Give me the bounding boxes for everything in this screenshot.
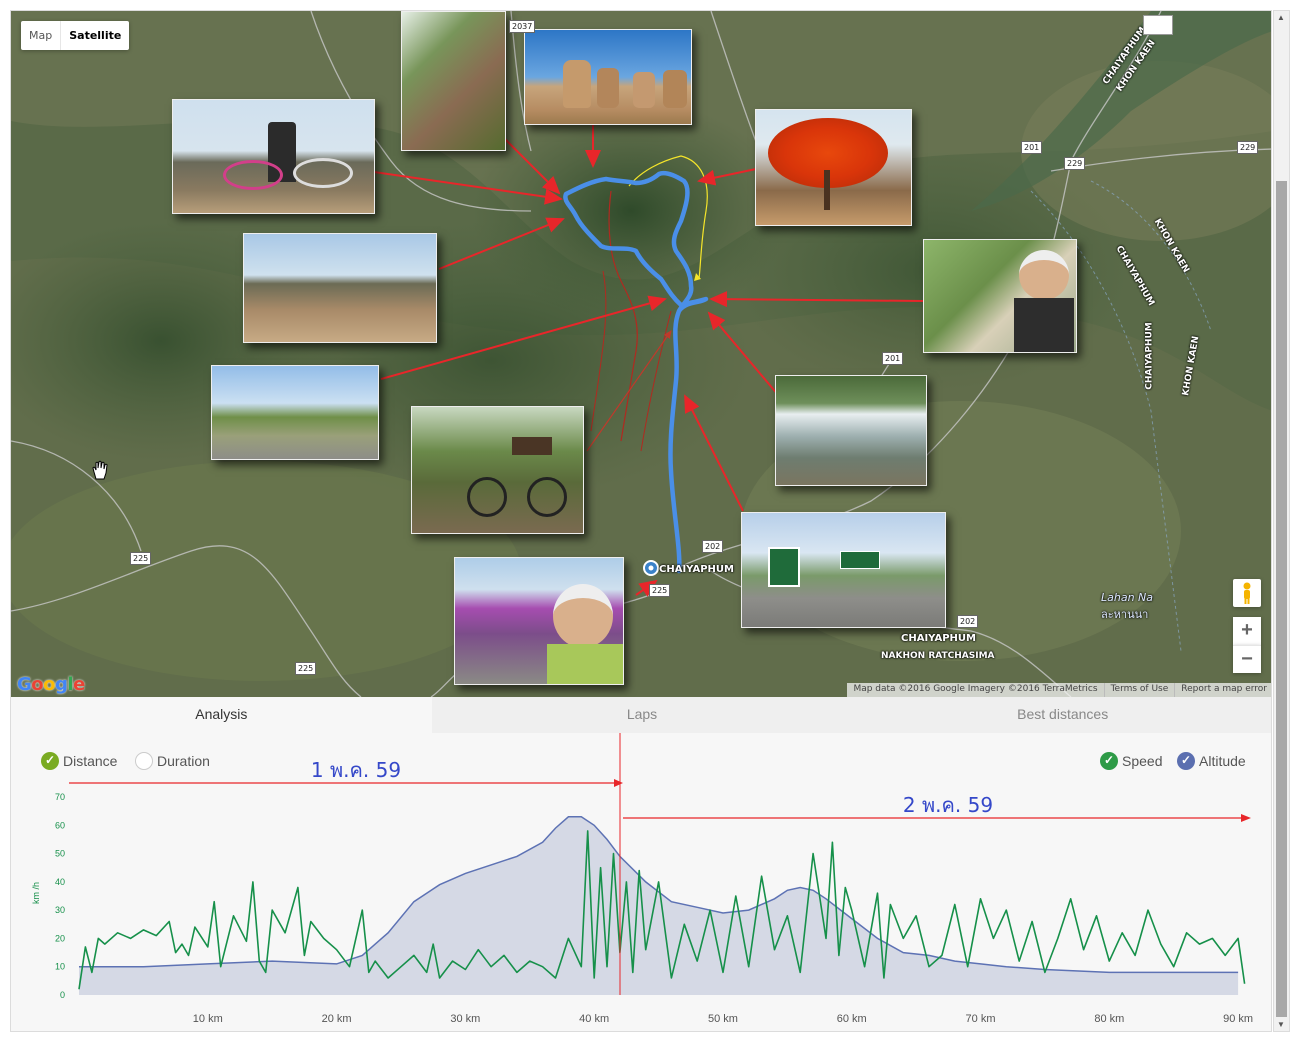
map-type-map-button[interactable]: Map xyxy=(21,21,60,50)
road-shield: 225 xyxy=(295,662,317,675)
tab-best-distances[interactable]: Best distances xyxy=(852,697,1271,733)
y-tick-label: 40 xyxy=(55,877,65,887)
zoom-in-button[interactable]: + xyxy=(1233,617,1261,645)
y-axis-label: km /h xyxy=(31,882,41,904)
road-shield: 229 xyxy=(1064,157,1086,170)
day2-arrowhead-icon xyxy=(1241,814,1251,822)
scroll-down-icon[interactable]: ▼ xyxy=(1277,1020,1285,1029)
photo-road-sign-chaiyaphum[interactable] xyxy=(741,512,946,628)
x-tick-label: 80 km xyxy=(1094,1013,1124,1025)
map-data-credit: Map data ©2016 Google Imagery ©2016 Terr… xyxy=(853,684,1098,694)
x-tick-label: 90 km xyxy=(1223,1013,1253,1025)
y-tick-label: 10 xyxy=(55,962,65,972)
x-tick-label: 30 km xyxy=(450,1013,480,1025)
photo-rock-sign[interactable] xyxy=(172,99,375,214)
y-tick-label: 70 xyxy=(55,792,65,802)
scroll-up-icon[interactable]: ▲ xyxy=(1277,13,1285,22)
scrollbar-thumb[interactable] xyxy=(1276,181,1287,1017)
photo-selfie-bikes[interactable] xyxy=(923,239,1077,353)
y-tick-label: 30 xyxy=(55,905,65,915)
road-shield: 225 xyxy=(649,584,671,597)
x-tick-label: 40 km xyxy=(579,1013,609,1025)
y-tick-label: 50 xyxy=(55,849,65,859)
label-lahan-na-thai: ละหานนา xyxy=(1101,608,1149,621)
x-tick-label: 10 km xyxy=(193,1013,223,1025)
hand-cursor-icon xyxy=(92,460,108,480)
label-lahan-na: Lahan Na xyxy=(1101,591,1154,604)
activity-panel: CHAIYAPHUM CHAIYAPHUM NAKHON RATCHASIMA … xyxy=(10,10,1272,1032)
day1-arrowhead-icon xyxy=(614,779,623,787)
page-scrollbar[interactable]: ▲ ▼ xyxy=(1273,10,1290,1032)
fullscreen-button[interactable] xyxy=(1143,15,1173,35)
road-shield: 202 xyxy=(957,615,979,628)
label-chaiyaphum-south: CHAIYAPHUM xyxy=(901,633,976,644)
photo-stone-pillars[interactable] xyxy=(524,29,692,125)
photo-selfie-pink-building[interactable] xyxy=(454,557,624,685)
y-tick-label: 0 xyxy=(60,990,65,1000)
map-type-control: Map Satellite xyxy=(21,21,130,50)
google-logo: Google xyxy=(17,674,85,695)
terms-of-use-link[interactable]: Terms of Use xyxy=(1103,683,1175,697)
altitude-area xyxy=(79,816,1239,995)
y-tick-label: 60 xyxy=(55,820,65,830)
label-chaiyaphum-marker: CHAIYAPHUM xyxy=(659,564,734,575)
day1-annotation: 1 พ.ค. 59 xyxy=(311,758,401,782)
label-nakhon-ratchasima: NAKHON RATCHASIMA xyxy=(881,651,995,661)
map-type-satellite-button[interactable]: Satellite xyxy=(60,21,129,50)
speed-altitude-chart[interactable]: 0 10 20 30 40 50 60 70 10 km 20 km 30 km 40 km 50 k… xyxy=(11,733,1272,1032)
report-map-error-link[interactable]: Report a map error xyxy=(1174,683,1271,697)
analysis-chart-panel: Distance Duration Speed Altitude 0102030… xyxy=(11,733,1272,1032)
road-shield: 201 xyxy=(1021,141,1043,154)
photo-rock-cliff[interactable] xyxy=(401,11,506,151)
label-chaiyaphum-e2: CHAIYAPHUM xyxy=(1144,322,1155,390)
road-shield: 229 xyxy=(1237,141,1259,154)
x-tick-label: 20 km xyxy=(322,1013,352,1025)
street-view-pegman-icon[interactable] xyxy=(1233,579,1261,607)
x-tick-label: 60 km xyxy=(837,1013,867,1025)
tab-analysis[interactable]: Analysis xyxy=(11,697,432,733)
analysis-tabs: Analysis Laps Best distances xyxy=(11,697,1271,733)
photo-bike-sign[interactable] xyxy=(411,406,584,534)
road-shield: 201 xyxy=(882,352,904,365)
map-attribution: Map data ©2016 Google Imagery ©2016 Terr… xyxy=(847,683,1271,697)
x-tick-label: 70 km xyxy=(966,1013,996,1025)
tab-laps[interactable]: Laps xyxy=(432,697,853,733)
road-shield: 202 xyxy=(702,540,724,553)
road-shield: 225 xyxy=(130,552,152,565)
photo-road-forest[interactable] xyxy=(211,365,379,460)
photo-burnt-trail[interactable] xyxy=(243,233,437,343)
photo-waterfall[interactable] xyxy=(775,375,927,486)
day2-annotation: 2 พ.ค. 59 xyxy=(903,793,993,817)
map-view[interactable]: CHAIYAPHUM CHAIYAPHUM NAKHON RATCHASIMA … xyxy=(11,11,1271,697)
x-tick-label: 50 km xyxy=(708,1013,738,1025)
photo-flame-tree[interactable] xyxy=(755,109,912,226)
road-shield: 2037 xyxy=(509,20,536,33)
y-tick-label: 20 xyxy=(55,933,65,943)
zoom-out-button[interactable]: − xyxy=(1233,645,1261,673)
